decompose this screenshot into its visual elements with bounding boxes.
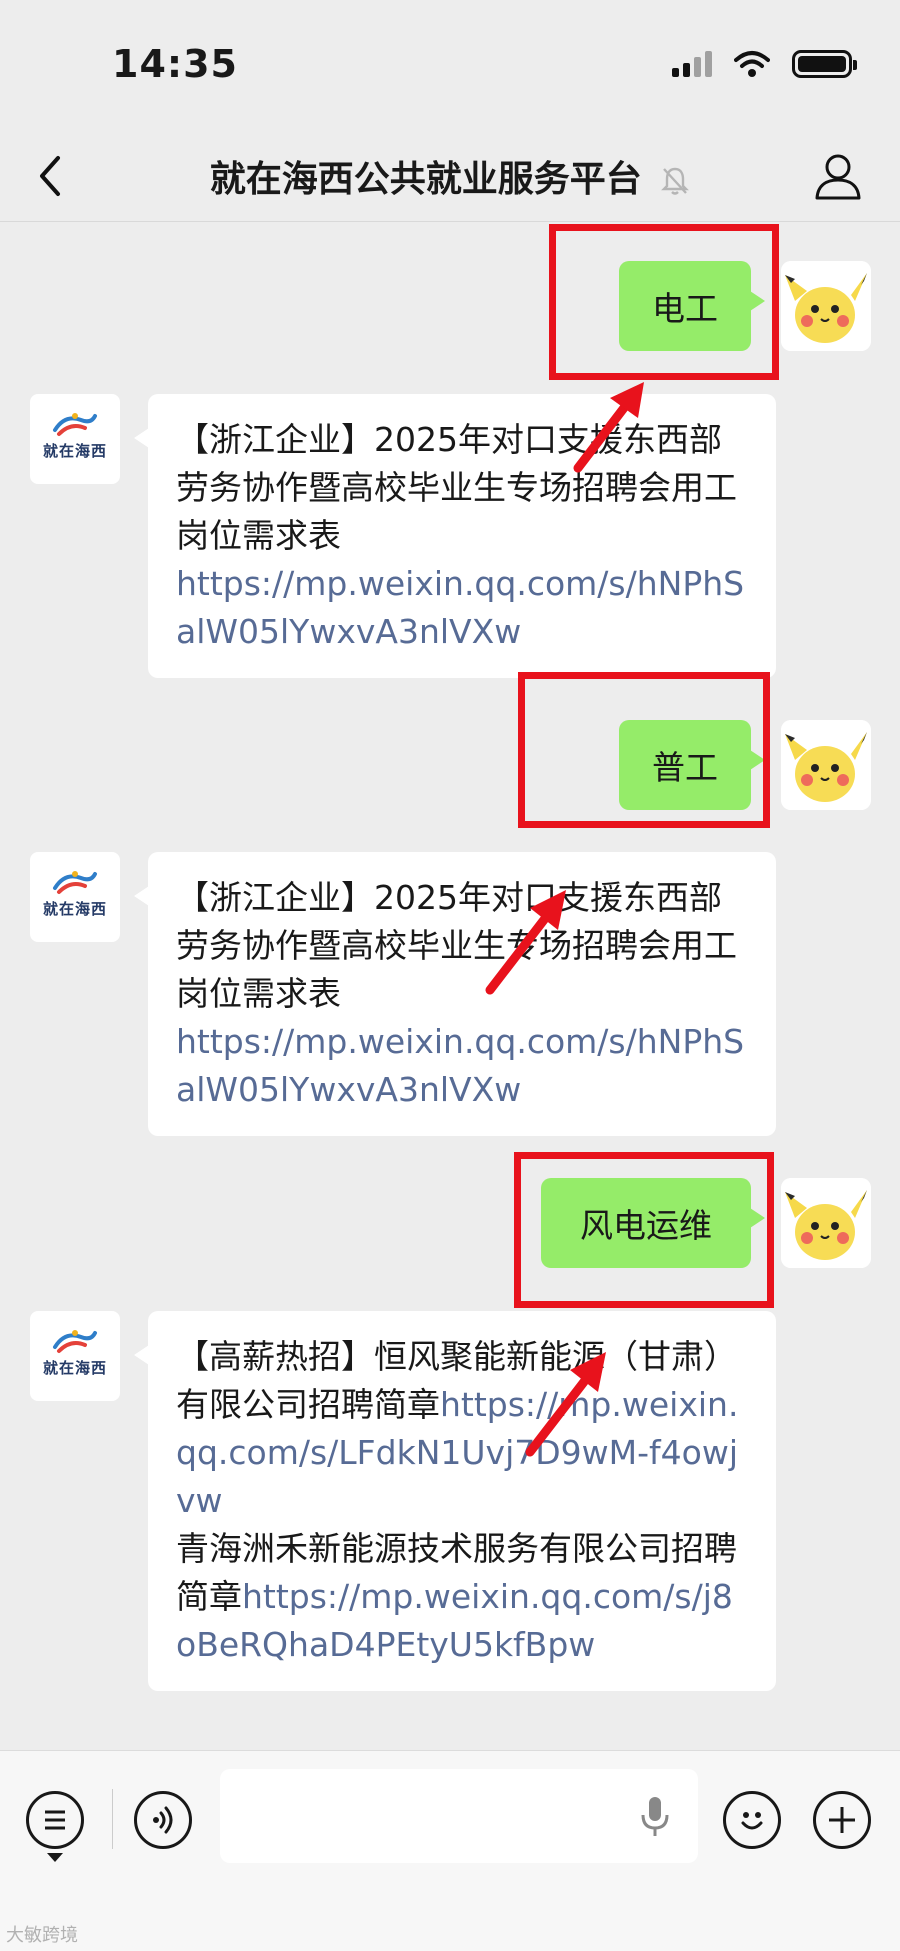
plus-icon	[829, 1807, 855, 1833]
sent-message-bubble[interactable]: 电工	[619, 261, 765, 351]
article-title: 【浙江企业】2025年对口支援东西部劳务协作暨高校毕业生专场招聘会用工岗位需求表	[176, 878, 737, 1013]
menu-toggle-button[interactable]	[26, 1791, 84, 1849]
chat-title: 就在海西公共就业服务平台	[0, 150, 900, 202]
message-text: 电工	[652, 289, 718, 328]
profile-icon[interactable]	[812, 150, 864, 202]
menu-list-icon	[45, 1810, 65, 1830]
logo-text: 就在海西	[42, 899, 107, 918]
received-message-bubble[interactable]: 【浙江企业】2025年对口支援东西部劳务协作暨高校毕业生专场招聘会用工岗位需求表…	[134, 852, 776, 1136]
article-link[interactable]: https://mp.weixin.qq.com/s/j8oBeRQhaD4PE…	[176, 1577, 733, 1664]
sent-message-bubble[interactable]: 普工	[619, 720, 765, 810]
pikachu-avatar-icon	[781, 261, 871, 351]
logo-swirl-icon	[53, 412, 97, 436]
account-avatar[interactable]: 就在海西	[30, 394, 120, 484]
cellular-signal-icon	[672, 51, 712, 77]
user-avatar[interactable]	[781, 261, 871, 351]
logo-subtitle-decoration	[74, 1380, 76, 1386]
message-text: 风电运维	[580, 1206, 712, 1245]
caret-down-icon	[47, 1853, 63, 1862]
logo-subtitle-decoration	[74, 921, 76, 927]
received-message-bubble[interactable]: 【高薪热招】恒风聚能新能源（甘肃）有限公司招聘简章https://mp.weix…	[134, 1311, 776, 1691]
logo-text: 就在海西	[42, 441, 107, 460]
article-link[interactable]: https://mp.weixin.qq.com/s/hNPhSalW05lYw…	[176, 564, 744, 651]
user-avatar[interactable]	[781, 720, 871, 810]
wifi-icon	[734, 51, 770, 77]
message-text: 普工	[652, 748, 718, 787]
logo-swirl-icon	[53, 870, 97, 894]
more-options-button[interactable]	[813, 1791, 871, 1849]
microphone-icon[interactable]	[638, 1795, 672, 1839]
message-input[interactable]	[220, 1769, 698, 1863]
account-avatar[interactable]: 就在海西	[30, 852, 120, 942]
logo-text: 就在海西	[42, 1358, 107, 1377]
voice-wave-icon	[153, 1806, 173, 1834]
battery-icon	[792, 50, 857, 78]
chat-title-text: 就在海西公共就业服务平台	[209, 159, 642, 200]
emoji-button[interactable]	[723, 1791, 781, 1849]
article-title: 【浙江企业】2025年对口支援东西部劳务协作暨高校毕业生专场招聘会用工岗位需求表	[176, 420, 737, 555]
status-bar: 14:35	[0, 0, 900, 130]
smiley-icon	[741, 1812, 763, 1830]
article-link[interactable]: https://mp.weixin.qq.com/s/hNPhSalW05lYw…	[176, 1022, 744, 1109]
received-message-bubble[interactable]: 【浙江企业】2025年对口支援东西部劳务协作暨高校毕业生专场招聘会用工岗位需求表…	[134, 394, 776, 678]
status-icons	[672, 50, 857, 78]
logo-subtitle-decoration	[74, 463, 76, 469]
logo-swirl-icon	[53, 1329, 97, 1353]
voice-input-button[interactable]	[134, 1791, 192, 1849]
pikachu-avatar-icon	[781, 720, 871, 810]
pikachu-avatar-icon	[781, 1178, 871, 1268]
chat-header: 就在海西公共就业服务平台	[0, 130, 900, 222]
divider	[112, 1789, 113, 1849]
chat-input-bar	[0, 1750, 900, 1951]
user-avatar[interactable]	[781, 1178, 871, 1268]
sent-message-bubble[interactable]: 风电运维	[541, 1178, 765, 1268]
message-list[interactable]: 电工 就在海西 【浙江企业】2025年对口支援东西部劳务协作暨高校毕业生专场招聘…	[0, 222, 900, 1750]
watermark: 大敏跨境	[6, 1925, 78, 1946]
status-time: 14:35	[112, 42, 238, 86]
account-avatar[interactable]: 就在海西	[30, 1311, 120, 1401]
mute-bell-icon	[661, 167, 690, 195]
